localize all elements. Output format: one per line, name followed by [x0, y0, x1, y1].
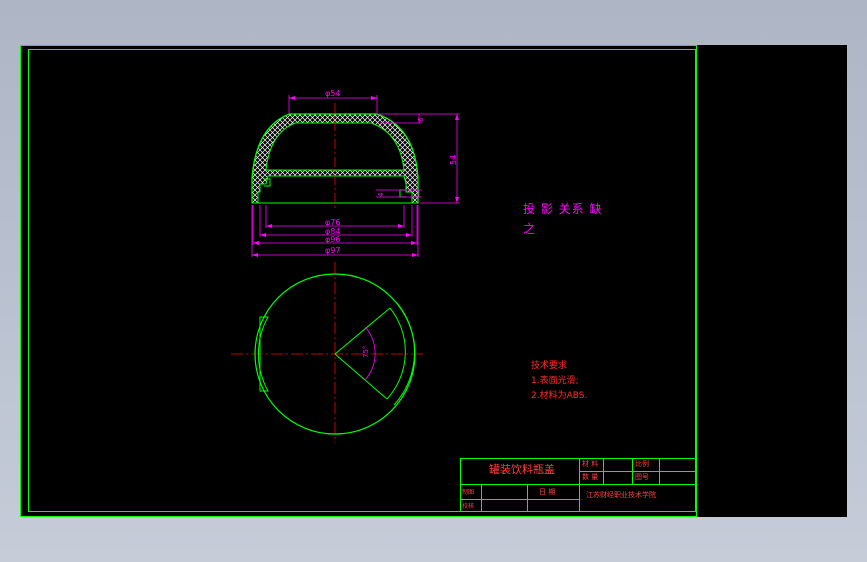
projection-note-line1: 投 影 关系 缺: [523, 201, 602, 216]
material-label: 材 料: [582, 459, 598, 468]
part-name: 罐装饮料瓶盖: [489, 462, 555, 476]
tech-item-1: 1.表面光滑;: [531, 374, 579, 386]
date-label: 日 期: [539, 488, 555, 496]
groove-right: [399, 189, 406, 198]
angle-line-lower: [334, 353, 388, 400]
dim-height: 54: [449, 155, 458, 165]
projection-note-line2: 之: [523, 222, 535, 236]
scale-label: 比例: [635, 459, 649, 468]
dim-groove: 4: [377, 192, 385, 197]
top-view: 75°: [231, 262, 423, 443]
dim-rim: 6: [417, 117, 425, 122]
checked-label: 校核: [462, 502, 474, 510]
dim-angle: 75°: [362, 346, 370, 358]
cad-viewport[interactable]: φ54 φ76 φ84 φ96 φ97 54 6 4 75° 投 影 关系 缺 …: [20, 45, 847, 517]
drawn-label: 制图: [462, 488, 474, 496]
right-slot: [386, 307, 406, 400]
quantity-label: 数 量: [582, 472, 598, 481]
drawing-no-label: 图号: [635, 473, 649, 481]
section-view: [251, 103, 419, 210]
dim-dia-97: φ97: [325, 246, 340, 255]
school-name: 江苏财经职业技术学院: [586, 490, 656, 499]
tech-item-2: 2.材料为ABS.: [531, 389, 587, 401]
dim-top-dia: φ54: [325, 89, 340, 98]
dim-dia-96: φ96: [325, 235, 340, 244]
dim-dia-76: φ76: [325, 218, 340, 227]
drawing-canvas: φ54 φ76 φ84 φ96 φ97 54 6 4 75° 投 影 关系 缺 …: [20, 45, 697, 517]
tech-title: 技术要求: [531, 359, 567, 371]
